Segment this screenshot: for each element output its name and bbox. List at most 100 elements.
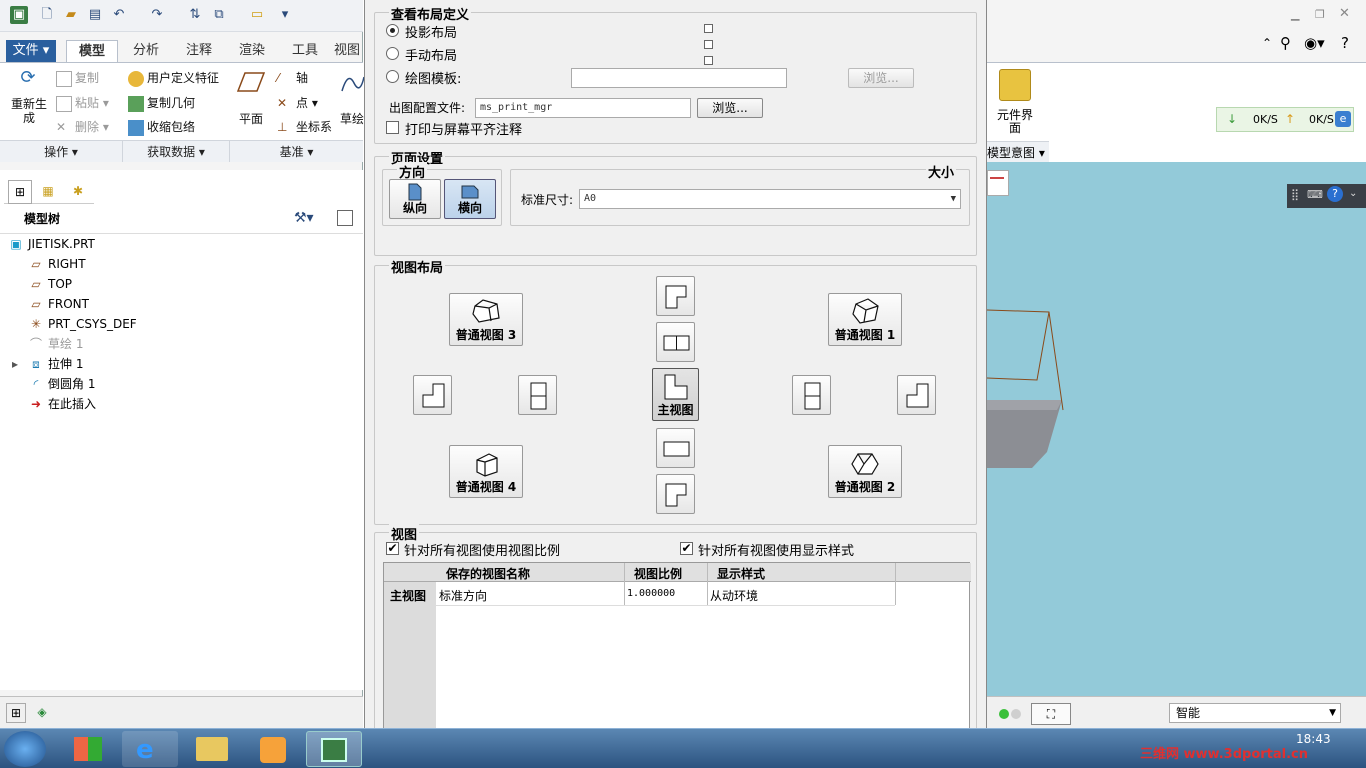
help-icon[interactable]: ? <box>1341 34 1349 52</box>
split-horizontal-left-button[interactable] <box>518 375 557 415</box>
taskbar-app-office[interactable] <box>60 731 116 767</box>
bottom-view-button[interactable] <box>656 474 695 514</box>
close-window-icon[interactable]: ▭ <box>248 6 266 24</box>
copy-geometry-button[interactable]: 复制几何 <box>128 94 195 112</box>
new-icon[interactable]: 🗋 <box>38 6 56 24</box>
show-list-icon[interactable] <box>337 210 353 226</box>
customize-icon[interactable]: ▾ <box>276 6 294 24</box>
3d-model <box>987 309 1064 468</box>
sketch-button[interactable]: 草绘 <box>340 71 364 127</box>
horizontal-view-button[interactable] <box>656 428 695 468</box>
settings-icon[interactable]: ⚒▾ <box>294 210 314 226</box>
model-tree-tab-icon[interactable]: ⊞ <box>8 180 32 204</box>
standard-size-select[interactable]: A0 ▼ <box>579 189 961 209</box>
ie-icon[interactable]: e <box>1335 111 1351 127</box>
copy-label: 复制 <box>75 71 100 85</box>
open-icon[interactable]: ▰ <box>62 6 80 24</box>
selection-filter-select[interactable]: 智能 ▼ <box>1169 703 1341 723</box>
taskbar-app-creo[interactable] <box>306 731 362 767</box>
split-horizontal-right-button[interactable] <box>792 375 831 415</box>
expand-icon[interactable]: ▸ <box>12 354 18 374</box>
browse-template-button[interactable]: 浏览... <box>848 68 914 88</box>
windows-icon[interactable]: ⧉ <box>210 6 228 24</box>
table-cell-scale[interactable]: 1.000000 <box>627 588 675 599</box>
portrait-button[interactable]: 纵向 <box>389 179 441 219</box>
restore-icon[interactable]: ❐ <box>1315 8 1325 21</box>
udf-button[interactable]: 用户定义特征 <box>128 69 219 87</box>
community-icon[interactable]: ◉▾ <box>1304 34 1325 52</box>
views-table: 保存的视图名称 视图比例 显示样式 主视图 标准方向 1.000000 从动环境 <box>383 562 971 733</box>
tab-analysis[interactable]: 分析 <box>122 40 170 62</box>
regenerate-button[interactable]: ⟳ 重新生成 <box>10 67 47 125</box>
general-view-4-button[interactable]: 普通视图 4 <box>449 445 523 498</box>
group-label: 模型意图 <box>987 146 1036 160</box>
landscape-button[interactable]: 横向 <box>444 179 496 219</box>
copy-button[interactable]: 复制 <box>56 69 99 87</box>
search-icon[interactable]: ⚲ <box>1280 34 1291 52</box>
use-display-style-checkbox[interactable]: ✔ <box>680 542 693 555</box>
drawing-template-radio[interactable] <box>386 70 399 83</box>
left-view-button[interactable] <box>413 375 452 415</box>
general-view-1-button[interactable]: 普通视图 1 <box>828 293 902 346</box>
component-interface-label[interactable]: 元件界面 <box>995 109 1035 135</box>
csys-button[interactable]: ⊥ 坐标系 <box>277 118 332 136</box>
right-view-button[interactable] <box>897 375 936 415</box>
tab-view[interactable]: 视图 <box>334 40 364 62</box>
small-checkbox-1[interactable] <box>704 24 713 33</box>
taskbar-app-ie[interactable]: e <box>122 731 178 767</box>
tab-file[interactable]: 文件 ▾ <box>6 40 56 62</box>
folder-browser-tab-icon[interactable]: ▦ <box>36 180 60 204</box>
tab-render[interactable]: 渲染 <box>228 40 276 62</box>
close-icon[interactable]: ✕ <box>1339 6 1350 21</box>
align-notes-checkbox[interactable] <box>386 121 399 134</box>
minimize-icon[interactable]: ▁ <box>1291 8 1299 21</box>
find-icon[interactable]: ⛶ <box>1031 703 1071 725</box>
redo-icon[interactable]: ↷ <box>148 6 166 24</box>
datum-plane-icon: ▱ <box>31 257 41 271</box>
app-icon[interactable]: ▣ <box>10 6 28 24</box>
shrinkwrap-button[interactable]: 收缩包络 <box>128 118 195 136</box>
table-cell-display-style[interactable]: 从动环境 <box>710 587 758 604</box>
taskbar-app-explorer[interactable] <box>184 731 240 767</box>
split-vertical-button[interactable] <box>656 322 695 362</box>
point-button[interactable]: ✕ 点 ▾ <box>277 94 318 112</box>
group-operations[interactable]: 操作 ▾ <box>0 140 122 162</box>
tree-toggle-icon[interactable]: ⊞ <box>6 703 26 723</box>
tab-annotate[interactable]: 注释 <box>175 40 223 62</box>
delete-button[interactable]: ✕ 删除 ▾ <box>56 118 109 136</box>
plane-button[interactable]: 平面 <box>236 71 266 127</box>
browser-toggle-icon[interactable]: ◈ <box>32 703 52 723</box>
collapse-ribbon-icon[interactable]: ⌃ <box>1262 36 1272 50</box>
drawing-template-input[interactable] <box>571 68 787 88</box>
general-view-2-button[interactable]: 普通视图 2 <box>828 445 902 498</box>
paste-button[interactable]: 粘贴 ▾ <box>56 94 109 112</box>
group-datum[interactable]: 基准 ▾ <box>229 140 363 162</box>
component-interface-icon[interactable] <box>999 69 1031 101</box>
small-checkbox-2[interactable] <box>704 40 713 49</box>
tab-model[interactable]: 模型 <box>66 40 118 62</box>
browse-config-button[interactable]: 浏览... <box>697 98 763 118</box>
start-button[interactable] <box>4 731 46 767</box>
regenerate-icon[interactable]: ⇅ <box>186 6 204 24</box>
taskbar-app-media[interactable] <box>246 731 302 767</box>
group-get-data[interactable]: 获取数据 ▾ <box>122 140 229 162</box>
main-view-button[interactable]: 主视图 <box>652 368 699 421</box>
tab-tools[interactable]: 工具 <box>281 40 329 62</box>
extrude-icon: ⧈ <box>32 357 40 371</box>
general-view-3-button[interactable]: 普通视图 3 <box>449 293 523 346</box>
manual-layout-radio[interactable] <box>386 47 399 60</box>
small-checkbox-3[interactable] <box>704 56 713 65</box>
horizontal-view-icon <box>663 441 690 457</box>
undo-icon[interactable]: ↶ <box>110 6 128 24</box>
config-file-input[interactable]: ms_print_mgr <box>475 98 691 118</box>
clock[interactable]: 18:43 <box>1296 732 1331 746</box>
graphics-viewport[interactable]: ⣿ ⌨ ? ⌄ <box>987 162 1366 696</box>
top-view-button[interactable] <box>656 276 695 316</box>
group-model-intent[interactable]: 模型意图 ▾ <box>987 141 1049 163</box>
axis-button[interactable]: ⁄ 轴 <box>277 69 308 87</box>
save-icon[interactable]: ▤ <box>86 6 104 24</box>
use-view-scale-checkbox[interactable]: ✔ <box>386 542 399 555</box>
favorites-tab-icon[interactable]: ✱ <box>66 180 90 204</box>
projection-layout-radio[interactable] <box>386 24 399 37</box>
table-cell-view-name[interactable]: 标准方向 <box>439 587 487 604</box>
